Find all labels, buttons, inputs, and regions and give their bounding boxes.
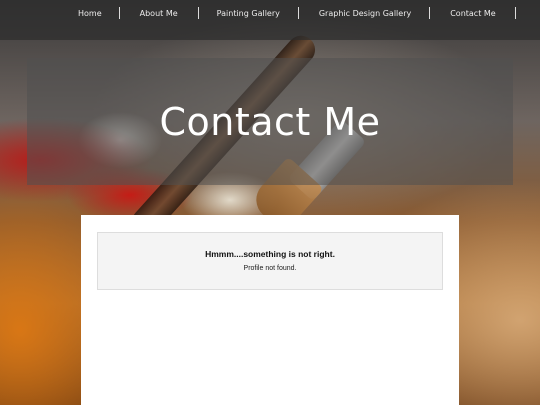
error-message: Profile not found. (243, 265, 297, 272)
nav-item-painting-gallery[interactable]: Painting Gallery (217, 9, 280, 18)
nav-item-home[interactable]: Home (78, 9, 102, 18)
nav-separator (297, 7, 299, 19)
content-panel: Hmmm....something is not right. Profile … (81, 215, 459, 405)
nav-list: Home About Me Painting Gallery Graphic D… (66, 0, 516, 26)
nav-separator (197, 7, 199, 19)
nav-item-graphic-design-gallery[interactable]: Graphic Design Gallery (319, 9, 411, 18)
nav-separator (429, 7, 431, 19)
nav-item-contact[interactable]: Contact Me (450, 9, 496, 18)
error-title: Hmmm....something is not right. (205, 249, 335, 259)
nav-link-contact[interactable]: Contact Me (450, 9, 496, 18)
nav-link-about[interactable]: About Me (140, 9, 178, 18)
nav-separator (118, 7, 120, 19)
top-nav: Home About Me Painting Gallery Graphic D… (0, 0, 540, 40)
nav-link-graphic-design-gallery[interactable]: Graphic Design Gallery (319, 9, 411, 18)
hero-banner: Contact Me (27, 58, 513, 185)
nav-item-about[interactable]: About Me (140, 9, 178, 18)
error-notice: Hmmm....something is not right. Profile … (97, 232, 443, 290)
nav-separator (514, 7, 516, 19)
nav-link-painting-gallery[interactable]: Painting Gallery (217, 9, 280, 18)
nav-link-home[interactable]: Home (78, 9, 102, 18)
page-title: Contact Me (159, 99, 381, 144)
